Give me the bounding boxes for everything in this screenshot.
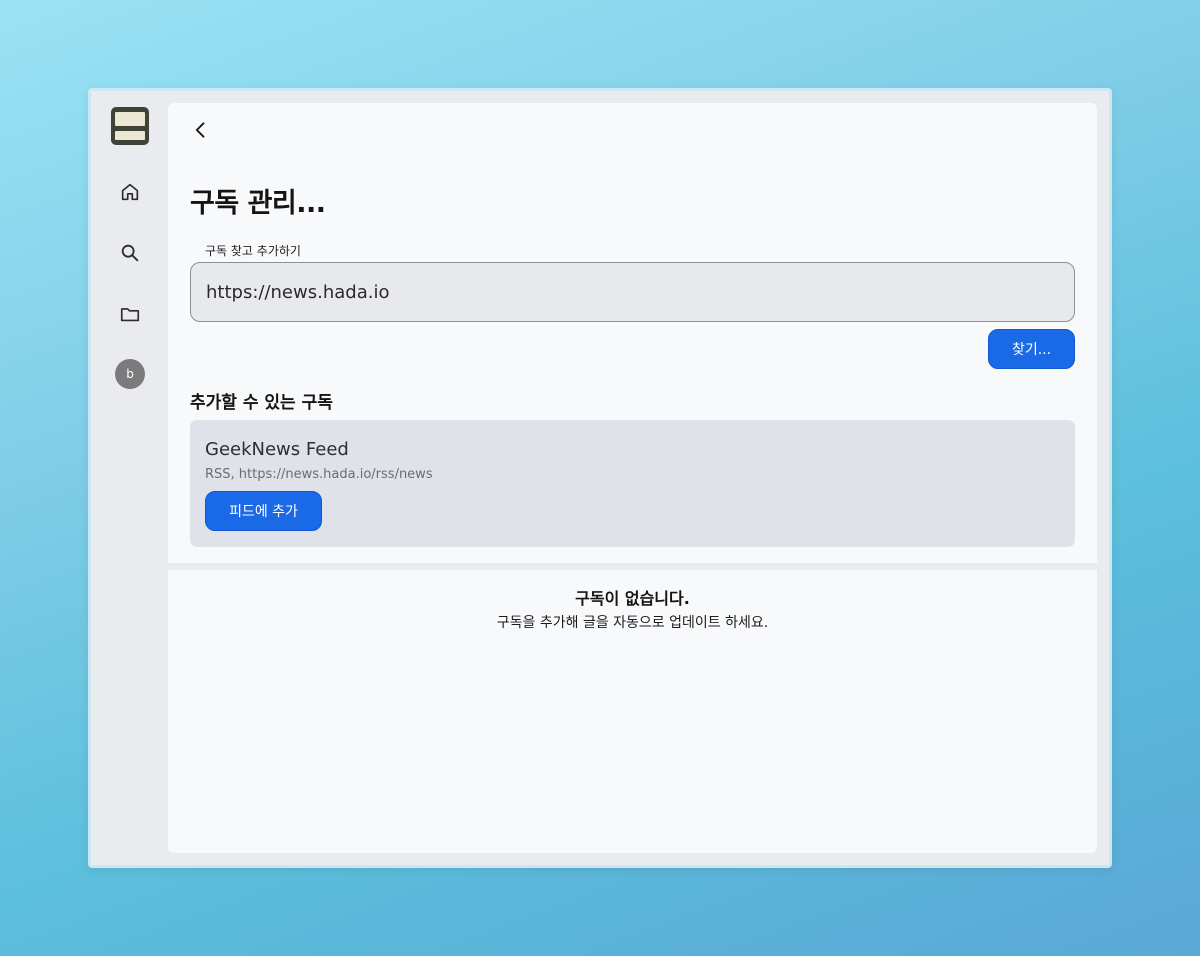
avatar[interactable]: b: [115, 359, 145, 389]
avatar-initial: b: [126, 367, 134, 381]
sidebar-item-folder[interactable]: [115, 299, 145, 329]
chevron-left-icon: [195, 122, 205, 138]
sidebar-item-search[interactable]: [115, 238, 145, 268]
feed-name: GeekNews Feed: [205, 439, 349, 460]
app-window: b 구독 관리... 구독 찾고 추가하기 찾기... 추가할 수 있는 구독 …: [88, 88, 1112, 868]
main-panel: 구독 관리... 구독 찾고 추가하기 찾기... 추가할 수 있는 구독 Ge…: [168, 103, 1097, 563]
add-to-feed-button[interactable]: 피드에 추가: [205, 491, 322, 531]
sidebar: b: [91, 91, 169, 865]
logo-bar-bottom: [115, 131, 145, 140]
search-icon: [121, 244, 139, 262]
logo-bar-top: [115, 112, 145, 126]
back-button[interactable]: [188, 117, 214, 143]
available-section-title: 추가할 수 있는 구독: [190, 393, 333, 413]
search-field-label: 구독 찾고 추가하기: [205, 244, 301, 258]
home-icon: [121, 183, 139, 201]
feed-search-input[interactable]: [190, 262, 1075, 322]
subscriptions-panel: 구독이 없습니다. 구독을 추가해 글을 자동으로 업데이트 하세요.: [168, 570, 1097, 853]
empty-state-description: 구독을 추가해 글을 자동으로 업데이트 하세요.: [496, 615, 769, 631]
folder-icon: [120, 308, 140, 322]
app-logo[interactable]: [111, 107, 149, 145]
empty-state-title: 구독이 없습니다.: [575, 589, 690, 608]
sidebar-item-home[interactable]: [115, 177, 145, 207]
page-title: 구독 관리...: [190, 188, 326, 219]
find-button[interactable]: 찾기...: [988, 329, 1075, 369]
feed-card: GeekNews Feed RSS, https://news.hada.io/…: [190, 420, 1075, 547]
feed-meta: RSS, https://news.hada.io/rss/news: [205, 467, 433, 482]
